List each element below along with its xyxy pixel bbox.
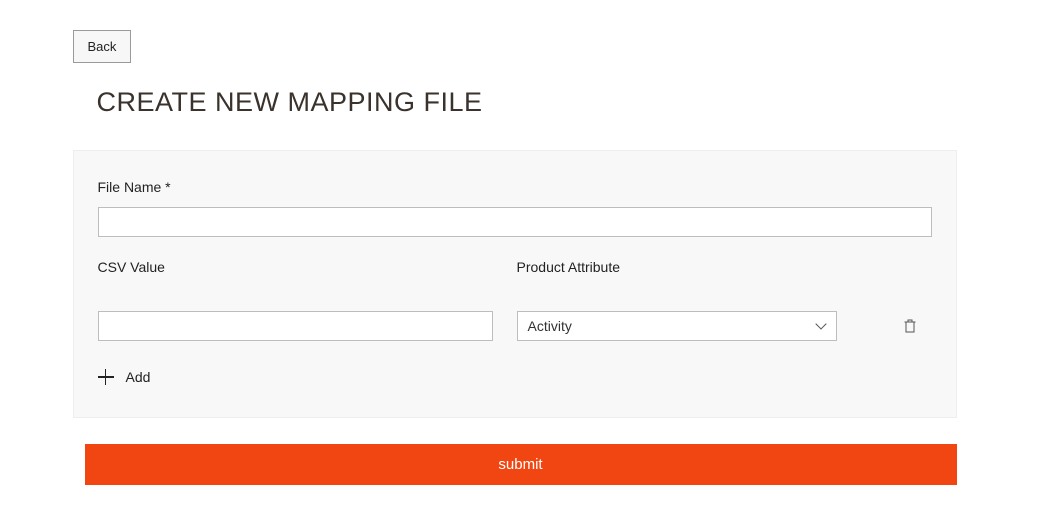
csv-value-label: CSV Value [98,259,493,275]
page-title: CREATE NEW MAPPING FILE [97,87,957,118]
submit-button-label: submit [498,456,542,473]
form-card: File Name * CSV Value Product Attribute … [73,150,957,418]
trash-icon [904,319,916,333]
chevron-down-icon [816,321,826,331]
add-row-label: Add [126,369,151,385]
file-name-input[interactable] [98,207,932,237]
product-attribute-selected: Activity [528,318,816,334]
submit-button[interactable]: submit [85,444,957,485]
back-button-label: Back [88,39,117,54]
product-attribute-select[interactable]: Activity [517,311,837,341]
product-attribute-label: Product Attribute [517,259,932,275]
delete-row-button[interactable] [900,316,920,336]
file-name-label: File Name * [98,179,932,195]
mapping-row: Activity [98,311,932,341]
mapping-header: CSV Value Product Attribute [98,259,932,287]
csv-value-input[interactable] [98,311,493,341]
add-row-button[interactable]: Add [98,365,932,389]
back-button[interactable]: Back [73,30,132,63]
plus-icon [98,369,114,385]
